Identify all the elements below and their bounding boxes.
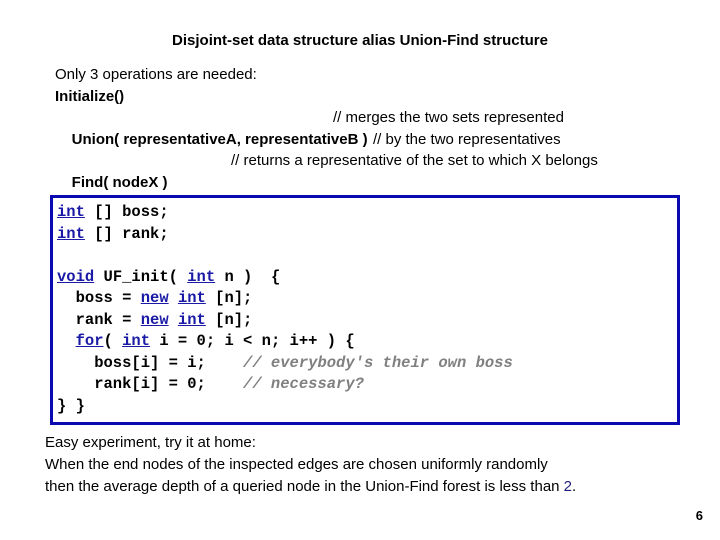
code-keyword: new bbox=[140, 310, 169, 329]
initialize-signature: Initialize() bbox=[55, 87, 125, 105]
slide-title: Disjoint-set data structure alias Union-… bbox=[172, 32, 548, 49]
footer-line: Easy experiment, try it at home: bbox=[45, 434, 256, 451]
code-text: ( bbox=[103, 332, 123, 350]
code-line: void UF_init( int n ) { bbox=[57, 267, 513, 289]
code-comment: // necessary? bbox=[243, 375, 364, 393]
page-number: 6 bbox=[695, 508, 703, 523]
code-keyword: int bbox=[57, 224, 85, 243]
code-line: int [] boss; bbox=[57, 202, 513, 224]
code-text: boss = bbox=[57, 289, 141, 307]
code-line: for( int i = 0; i < n; i++ ) { bbox=[57, 331, 513, 353]
intro-section: Only 3 operations are needed: Initialize… bbox=[55, 64, 695, 191]
code-keyword: int bbox=[177, 310, 206, 329]
footer-line: When the end nodes of the inspected edge… bbox=[45, 456, 548, 473]
code-text: } } bbox=[57, 396, 85, 415]
code-text: [] rank; bbox=[84, 224, 169, 243]
code-line: rank = new int [n]; bbox=[57, 310, 513, 332]
depth-value: 2 bbox=[563, 478, 573, 495]
code-keyword: void bbox=[57, 267, 95, 286]
code-keyword: for bbox=[75, 332, 104, 350]
code-text: rank[i] = 0; bbox=[57, 375, 244, 393]
union-comment-continued: // by the two representatives bbox=[373, 130, 561, 148]
code-line: boss[i] = i; // everybody's their own bo… bbox=[57, 353, 513, 375]
code-keyword: int bbox=[177, 289, 206, 307]
code-text: [n]; bbox=[205, 310, 253, 329]
code-line: boss = new int [n]; bbox=[57, 288, 513, 310]
code-keyword: new bbox=[140, 289, 169, 307]
code-line: rank[i] = 0; // necessary? bbox=[57, 374, 513, 396]
code-comment: // everybody's their own boss bbox=[243, 353, 513, 372]
footer-line: then the average depth of a queried node… bbox=[45, 476, 685, 498]
union-comment: // merges the two sets represented bbox=[333, 109, 564, 126]
code-line: } } bbox=[57, 396, 513, 418]
code-text: [n]; bbox=[205, 289, 253, 307]
code-keyword: int bbox=[187, 267, 216, 286]
find-signature: Find( nodeX ) bbox=[71, 173, 168, 191]
code-text: n ) { bbox=[215, 267, 281, 286]
code-text: [] boss; bbox=[84, 203, 169, 221]
code-text: boss[i] = i; bbox=[57, 353, 244, 372]
code-listing: int [] boss; int [] rank; void UF_init( in… bbox=[57, 202, 513, 417]
footer-text-segment: . bbox=[572, 478, 577, 495]
code-text: i = 0; i < n; i++ ) { bbox=[150, 332, 355, 350]
code-line: int [] rank; bbox=[57, 224, 513, 246]
code-keyword: int bbox=[57, 203, 85, 221]
footer-text-segment: then the average depth of a queried node… bbox=[45, 478, 564, 495]
code-text: rank = bbox=[57, 310, 141, 329]
code-block: int [] boss; int [] rank; void UF_init( in… bbox=[50, 195, 680, 425]
intro-line: Only 3 operations are needed: bbox=[55, 66, 257, 83]
code-text: UF_init( bbox=[94, 267, 188, 286]
footer-text: Easy experiment, try it at home: When th… bbox=[45, 432, 685, 498]
code-keyword: int bbox=[122, 332, 151, 350]
find-comment: // returns a representative of the set t… bbox=[231, 152, 598, 169]
